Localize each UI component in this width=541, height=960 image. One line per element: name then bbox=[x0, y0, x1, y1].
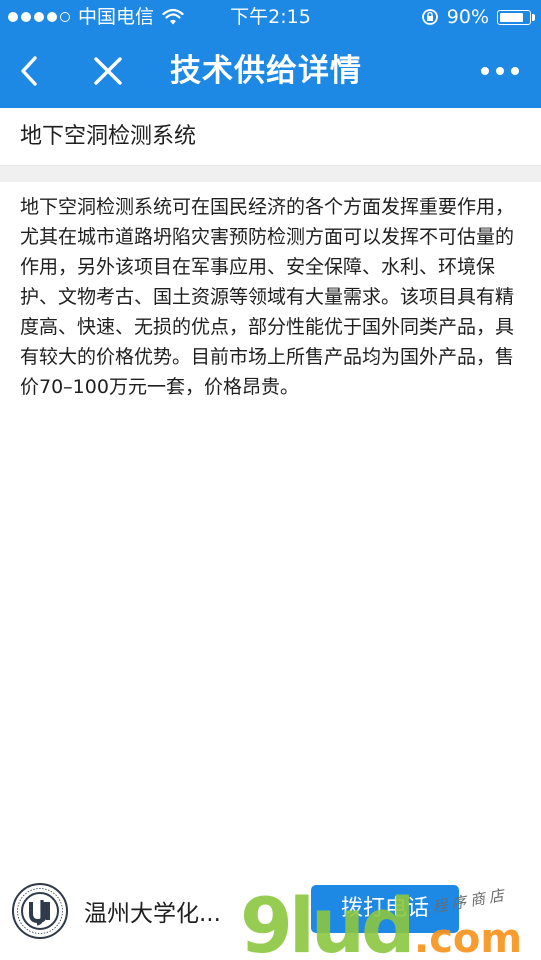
orientation-lock-icon bbox=[421, 9, 438, 25]
status-right: 90% bbox=[421, 0, 535, 34]
tech-description: 地下空洞检测系统可在国民经济的各个方面发挥重要作用，尤其在城市道路坍陷灾害预防检… bbox=[20, 196, 515, 398]
tech-title: 地下空洞检测系统 bbox=[20, 124, 197, 149]
battery-icon bbox=[497, 9, 535, 25]
institution-name[interactable]: 温州大学化... bbox=[84, 894, 221, 928]
page-title: 技术供给详情 bbox=[170, 53, 362, 89]
navigation-bar: 技术供给详情 bbox=[0, 34, 541, 108]
bottom-bar: 温州大学化... 拨打电话 bbox=[0, 860, 541, 960]
back-button[interactable] bbox=[10, 52, 48, 90]
more-options-button[interactable] bbox=[473, 52, 527, 90]
status-bar: 中国电信 下午2:15 90% bbox=[0, 0, 541, 34]
battery-level-fill bbox=[500, 12, 523, 22]
section-divider bbox=[0, 166, 541, 182]
battery-percent: 90% bbox=[446, 6, 489, 28]
more-icon bbox=[481, 67, 519, 75]
close-button[interactable] bbox=[89, 52, 127, 90]
call-button[interactable]: 拨打电话 bbox=[311, 885, 459, 933]
university-logo-icon bbox=[12, 883, 68, 939]
tech-title-section: 地下空洞检测系统 bbox=[0, 108, 541, 166]
close-icon bbox=[94, 57, 122, 85]
chevron-left-icon bbox=[21, 56, 37, 86]
